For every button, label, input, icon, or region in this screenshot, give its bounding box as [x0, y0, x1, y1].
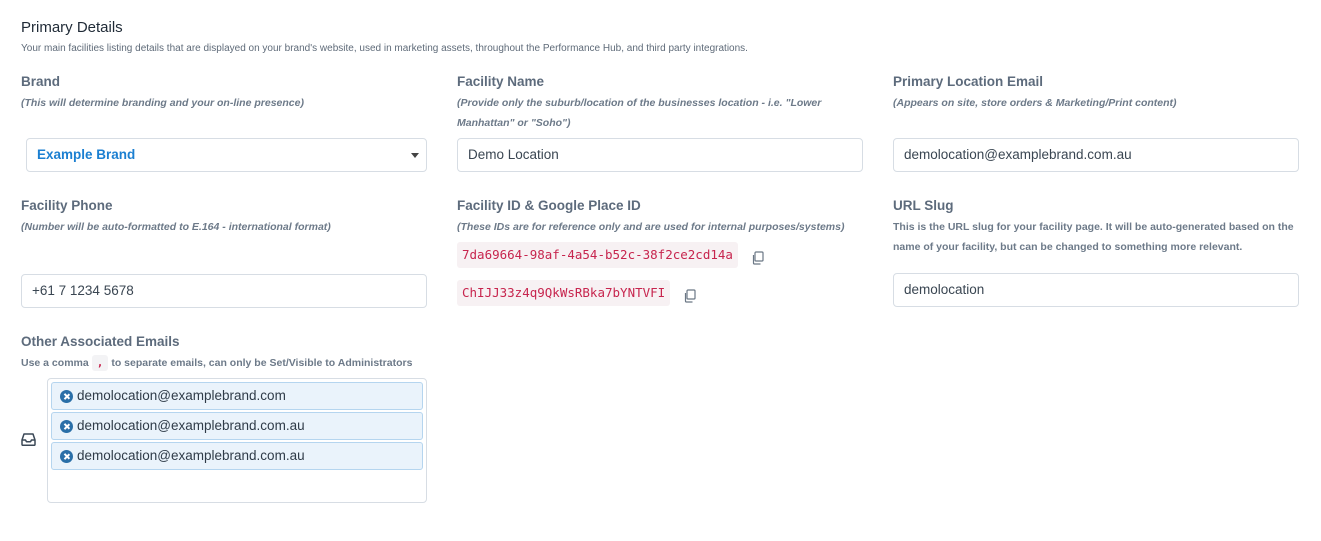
primary-email-label: Primary Location Email — [893, 74, 1044, 89]
brand-field-group: Brand (This will determine branding and … — [21, 74, 427, 113]
other-emails-field-group: Other Associated Emails Use a comma, to s… — [21, 334, 441, 373]
facility-phone-label: Facility Phone — [21, 198, 113, 213]
other-emails-hint-after: to separate emails, can only be Set/Visi… — [111, 357, 413, 369]
other-emails-label: Other Associated Emails — [21, 334, 180, 349]
url-slug-input[interactable]: demolocation — [893, 273, 1299, 307]
facility-phone-field-group: Facility Phone (Number will be auto-form… — [21, 198, 427, 237]
facility-name-field-group: Facility Name (Provide only the suburb/l… — [457, 74, 837, 133]
email-tag-label: demolocation@examplebrand.com.au — [77, 448, 305, 463]
brand-label: Brand — [21, 74, 61, 89]
brand-select[interactable]: Example Brand — [26, 138, 427, 172]
comma-code: , — [91, 355, 109, 371]
section-description: Your main facilities listing details tha… — [21, 43, 748, 54]
facility-name-hint: (Provide only the suburb/location of the… — [457, 97, 822, 129]
email-tag-label: demolocation@examplebrand.com.au — [77, 418, 305, 433]
section-title: Primary Details — [21, 19, 123, 36]
facility-phone-hint: (Number will be auto-formatted to E.164 … — [21, 221, 331, 233]
url-slug-field-group: URL Slug This is the URL slug for your f… — [893, 198, 1303, 257]
facility-ids-label: Facility ID & Google Place ID — [457, 198, 641, 213]
primary-email-input[interactable]: demolocation@examplebrand.com.au — [893, 138, 1299, 172]
primary-email-field-group: Primary Location Email (Appears on site,… — [893, 74, 1299, 113]
caret-down-icon — [411, 153, 419, 158]
brand-hint: (This will determine branding and your o… — [21, 97, 304, 109]
close-circle-icon[interactable] — [60, 420, 73, 433]
copy-icon[interactable] — [751, 251, 765, 265]
facility-ids-hint: (These IDs are for reference only and ar… — [457, 221, 845, 233]
email-tag[interactable]: demolocation@examplebrand.com.au — [51, 442, 423, 470]
facility-id-code: 7da69664-98af-4a54-b52c-38f2ce2cd14a — [457, 242, 738, 268]
primary-email-hint: (Appears on site, store orders & Marketi… — [893, 97, 1177, 109]
brand-selected-value: Example Brand — [37, 147, 136, 162]
facility-name-input[interactable]: Demo Location — [457, 138, 863, 172]
close-circle-icon[interactable] — [60, 450, 73, 463]
copy-icon[interactable] — [683, 289, 697, 303]
url-slug-hint: This is the URL slug for your facility p… — [893, 221, 1294, 253]
url-slug-label: URL Slug — [893, 198, 954, 213]
facility-phone-input[interactable]: +61 7 1234 5678 — [21, 274, 427, 308]
other-emails-tag-input[interactable]: demolocation@examplebrand.com demolocati… — [47, 378, 427, 503]
close-circle-icon[interactable] — [60, 390, 73, 403]
email-tag[interactable]: demolocation@examplebrand.com — [51, 382, 423, 410]
other-emails-hint-before: Use a comma — [21, 357, 89, 369]
email-tag-label: demolocation@examplebrand.com — [77, 388, 286, 403]
facility-name-label: Facility Name — [457, 74, 545, 89]
google-place-id-code: ChIJJ33z4q9QkWsRBka7bYNTVFI — [457, 280, 671, 306]
other-emails-hint: Use a comma, to separate emails, can only… — [21, 353, 441, 373]
inbox-icon — [21, 433, 36, 446]
email-tag[interactable]: demolocation@examplebrand.com.au — [51, 412, 423, 440]
facility-ids-field-group: Facility ID & Google Place ID (These IDs… — [457, 198, 867, 237]
